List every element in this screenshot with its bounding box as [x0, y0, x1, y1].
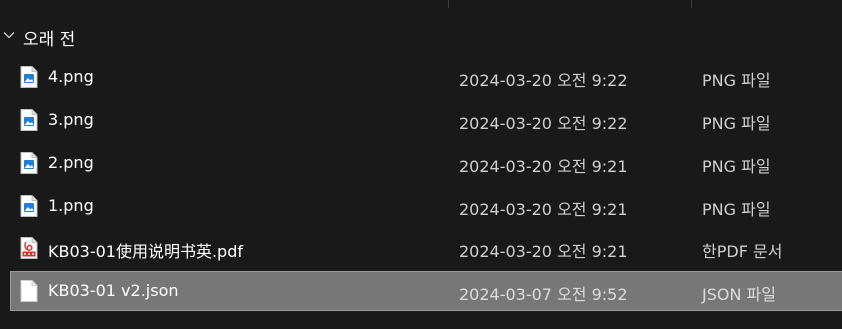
image-file-icon [20, 195, 38, 217]
file-type: 한PDF 문서 [702, 242, 783, 261]
file-type: PNG 파일 [702, 200, 771, 219]
column-separator[interactable] [448, 0, 449, 8]
file-name: KB03-01 v2.json [48, 281, 179, 300]
pdf-file-icon [20, 237, 38, 259]
file-name: 3.png [48, 110, 94, 129]
column-separator[interactable] [691, 0, 692, 8]
file-type: PNG 파일 [702, 157, 771, 176]
file-name: 4.png [48, 67, 94, 86]
file-date-modified: 2024-03-20 오전 9:21 [459, 242, 628, 261]
image-file-icon [20, 152, 38, 174]
file-date-modified: 2024-03-20 오전 9:22 [459, 114, 628, 133]
file-type: PNG 파일 [702, 71, 771, 90]
file-row[interactable]: 2.png 2024-03-20 오전 9:21 PNG 파일 [10, 143, 842, 183]
file-row[interactable]: 3.png 2024-03-20 오전 9:22 PNG 파일 [10, 100, 842, 140]
image-file-icon [20, 109, 38, 131]
file-name: KB03-01使用说明书英.pdf [48, 242, 243, 261]
chevron-down-icon[interactable] [3, 29, 15, 41]
file-row-selected[interactable]: KB03-01 v2.json 2024-03-07 오전 9:52 JSON … [10, 271, 842, 311]
file-type: JSON 파일 [702, 285, 776, 304]
file-date-modified: 2024-03-20 오전 9:21 [459, 157, 628, 176]
file-name: 2.png [48, 153, 94, 172]
file-date-modified: 2024-03-07 오전 9:52 [459, 285, 628, 304]
file-row[interactable]: 4.png 2024-03-20 오전 9:22 PNG 파일 [10, 57, 842, 97]
group-header[interactable]: 오래 전 [0, 22, 842, 50]
file-row[interactable]: KB03-01使用说明书英.pdf 2024-03-20 오전 9:21 한PD… [10, 228, 842, 268]
document-file-icon [20, 280, 38, 302]
file-date-modified: 2024-03-20 오전 9:21 [459, 200, 628, 219]
image-file-icon [20, 66, 38, 88]
file-row[interactable]: 1.png 2024-03-20 오전 9:21 PNG 파일 [10, 186, 842, 226]
group-title: 오래 전 [23, 30, 76, 50]
file-name: 1.png [48, 196, 94, 215]
file-type: PNG 파일 [702, 114, 771, 133]
file-date-modified: 2024-03-20 오전 9:22 [459, 71, 628, 90]
